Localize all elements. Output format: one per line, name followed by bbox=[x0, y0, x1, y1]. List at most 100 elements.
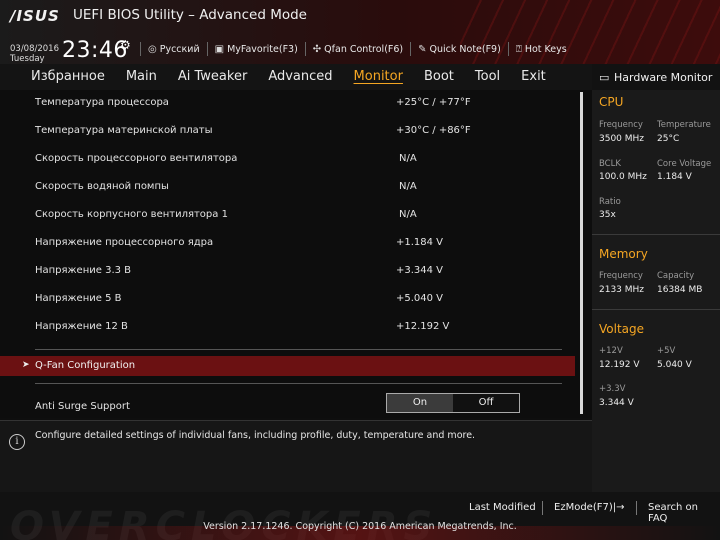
row-label: Напряжение 12 В bbox=[35, 321, 128, 332]
row-value: +12.192 V bbox=[396, 321, 450, 332]
cpu-frequency-label: Frequency bbox=[599, 120, 643, 130]
exit-arrow-icon: → bbox=[616, 502, 625, 513]
chevron-right-icon: ➤ bbox=[22, 360, 30, 370]
row-cpu-temperature[interactable]: Температура процессора +25°C / +77°F bbox=[0, 90, 580, 116]
divider bbox=[636, 501, 637, 515]
tab-main[interactable]: Main bbox=[126, 69, 157, 84]
copyright: Version 2.17.1246. Copyright (C) 2016 Am… bbox=[203, 521, 517, 532]
note-icon: ✎ bbox=[418, 43, 427, 55]
row-3v3[interactable]: Напряжение 3.3 В +3.344 V bbox=[0, 258, 580, 284]
row-label: Скорость корпусного вентилятора 1 bbox=[35, 209, 228, 220]
cpu-heading: CPU bbox=[599, 95, 624, 109]
v33-value: 3.344 V bbox=[599, 398, 634, 408]
row-water-pump-speed[interactable]: Скорость водяной помпы N/A bbox=[0, 174, 580, 200]
fan-icon: ✣ bbox=[312, 43, 322, 55]
memory-heading: Memory bbox=[599, 247, 648, 261]
hardware-monitor-title: Hardware Monitor bbox=[614, 71, 713, 84]
help-icon: ⍰ bbox=[515, 43, 522, 55]
qfan-control-label: Qfan Control(F6) bbox=[324, 43, 404, 55]
v5-value: 5.040 V bbox=[657, 360, 692, 370]
voltage-heading: Voltage bbox=[599, 322, 645, 336]
row-label: Скорость процессорного вентилятора bbox=[35, 153, 238, 164]
divider bbox=[592, 234, 720, 235]
app-title: UEFI BIOS Utility – Advanced Mode bbox=[73, 7, 307, 23]
myfavorite-icon: ▣ bbox=[214, 43, 225, 55]
quick-note-button[interactable]: ✎ Quick Note(F9) bbox=[410, 42, 508, 56]
tab-advanced[interactable]: Advanced bbox=[268, 69, 332, 84]
divider bbox=[35, 349, 562, 350]
core-voltage-label: Core Voltage bbox=[657, 159, 712, 169]
core-voltage-value: 1.184 V bbox=[657, 172, 692, 182]
ratio-label: Ratio bbox=[599, 197, 621, 207]
gear-icon[interactable]: ⚙ bbox=[120, 38, 131, 52]
hot-keys-button[interactable]: ⍰ Hot Keys bbox=[507, 42, 574, 56]
date-display: 03/08/2016 bbox=[10, 44, 59, 54]
row-12v[interactable]: Напряжение 12 В +12.192 V bbox=[0, 314, 580, 340]
row-value: N/A bbox=[399, 209, 417, 220]
row-value: +5.040 V bbox=[396, 293, 444, 304]
memory-capacity-value: 16384 MB bbox=[657, 285, 703, 295]
v12-label: +12V bbox=[599, 346, 623, 356]
row-mb-temperature[interactable]: Температура материнской платы +30°C / +8… bbox=[0, 118, 580, 144]
help-bar: i Configure detailed settings of individ… bbox=[0, 420, 592, 493]
cpu-frequency-value: 3500 MHz bbox=[599, 134, 645, 144]
row-label: Напряжение процессорного ядра bbox=[35, 237, 214, 248]
globe-icon: ◎ bbox=[148, 43, 157, 55]
info-icon: i bbox=[9, 434, 25, 450]
monitor-icon: ▭ bbox=[599, 71, 610, 84]
cpu-temperature-label: Temperature bbox=[657, 120, 711, 130]
bclk-label: BCLK bbox=[599, 159, 621, 169]
ezmode-button[interactable]: EzMode(F7)|→ bbox=[554, 502, 625, 513]
day-display: Tuesday bbox=[10, 54, 45, 64]
tab-boot[interactable]: Boot bbox=[424, 69, 454, 84]
row-value: +3.344 V bbox=[396, 265, 444, 276]
anti-surge-toggle[interactable]: On Off bbox=[386, 393, 520, 413]
footer: OVERCLOCKERS Last Modified EzMode(F7)|→ … bbox=[0, 492, 720, 540]
cpu-temperature-value: 25°C bbox=[657, 134, 680, 144]
row-label: Напряжение 5 В bbox=[35, 293, 122, 304]
v5-label: +5V bbox=[657, 346, 676, 356]
row-5v[interactable]: Напряжение 5 В +5.040 V bbox=[0, 286, 580, 312]
row-cpu-fan-speed[interactable]: Скорость процессорного вентилятора N/A bbox=[0, 146, 580, 172]
row-value: N/A bbox=[399, 153, 417, 164]
monitor-panel: Температура процессора +25°C / +77°F Тем… bbox=[0, 90, 592, 418]
tab-exit[interactable]: Exit bbox=[521, 69, 546, 84]
myfavorite-label: MyFavorite(F3) bbox=[227, 43, 298, 55]
tab-tool[interactable]: Tool bbox=[475, 69, 500, 84]
row-label: Скорость водяной помпы bbox=[35, 181, 169, 192]
tab-favorites[interactable]: Избранное bbox=[31, 69, 105, 84]
qfan-configuration-item[interactable]: ➤ Q-Fan Configuration bbox=[0, 356, 575, 376]
toggle-off[interactable]: Off bbox=[453, 394, 519, 412]
divider bbox=[592, 309, 720, 310]
title-bar: /ISUS UEFI BIOS Utility – Advanced Mode … bbox=[0, 0, 720, 64]
row-value: +30°C / +86°F bbox=[396, 125, 471, 136]
row-label: Напряжение 3.3 В bbox=[35, 265, 132, 276]
main-menu: Избранное Main Ai Tweaker Advanced Monit… bbox=[31, 69, 567, 84]
tab-monitor[interactable]: Monitor bbox=[354, 69, 403, 84]
row-value: +25°C / +77°F bbox=[396, 97, 471, 108]
qfan-control-button[interactable]: ✣ Qfan Control(F6) bbox=[304, 42, 410, 56]
anti-surge-label: Anti Surge Support bbox=[35, 401, 130, 412]
bclk-value: 100.0 MHz bbox=[599, 172, 647, 182]
quick-note-label: Quick Note(F9) bbox=[429, 43, 501, 55]
scrollbar[interactable] bbox=[580, 92, 583, 414]
last-modified-button[interactable]: Last Modified bbox=[469, 502, 536, 513]
row-chassis-fan-speed[interactable]: Скорость корпусного вентилятора 1 N/A bbox=[0, 202, 580, 228]
hardware-monitor-panel: ▭ Hardware Monitor CPU Frequency Tempera… bbox=[592, 64, 720, 492]
qfan-configuration-label: Q-Fan Configuration bbox=[35, 360, 136, 371]
hot-keys-label: Hot Keys bbox=[524, 43, 567, 55]
row-vcore[interactable]: Напряжение процессорного ядра +1.184 V bbox=[0, 230, 580, 256]
language-button[interactable]: ◎ Русский bbox=[140, 42, 207, 56]
row-label: Температура процессора bbox=[35, 97, 169, 108]
ratio-value: 35x bbox=[599, 210, 616, 220]
v33-label: +3.3V bbox=[599, 384, 626, 394]
row-label: Температура материнской платы bbox=[35, 125, 213, 136]
memory-frequency-label: Frequency bbox=[599, 271, 643, 281]
tab-ai-tweaker[interactable]: Ai Tweaker bbox=[178, 69, 247, 84]
toggle-on[interactable]: On bbox=[387, 394, 453, 412]
clock-display[interactable]: 23:46 bbox=[62, 38, 128, 63]
myfavorite-button[interactable]: ▣ MyFavorite(F3) bbox=[206, 42, 305, 56]
memory-capacity-label: Capacity bbox=[657, 271, 695, 281]
memory-frequency-value: 2133 MHz bbox=[599, 285, 645, 295]
row-value: N/A bbox=[399, 181, 417, 192]
